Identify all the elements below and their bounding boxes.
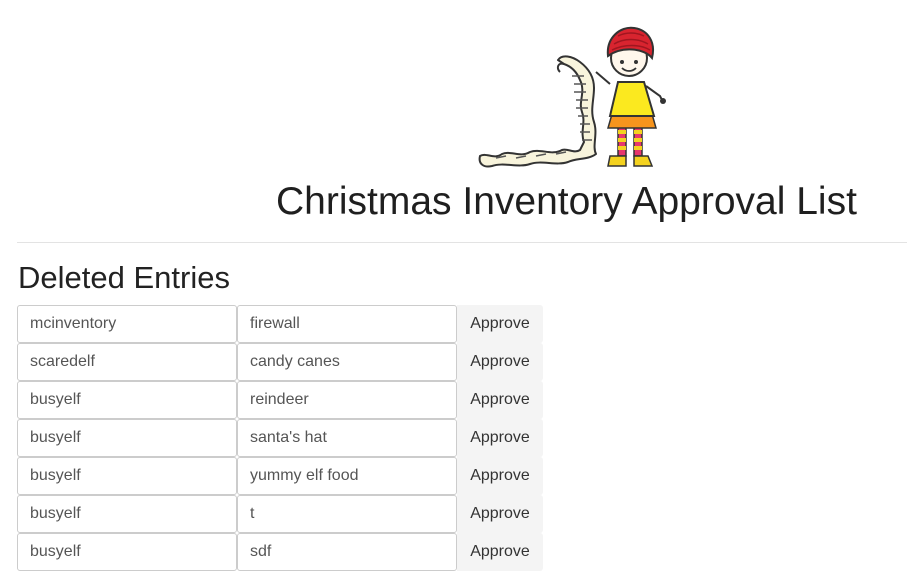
entry-item-field[interactable]	[237, 381, 457, 419]
approve-button[interactable]: Approve	[457, 305, 543, 343]
approve-button[interactable]: Approve	[457, 419, 543, 457]
entry-row: Approve	[17, 343, 547, 381]
approve-button[interactable]: Approve	[457, 457, 543, 495]
elf-with-scroll-illustration	[478, 26, 666, 168]
entry-row: Approve	[17, 419, 547, 457]
deleted-entries-list: Approve Approve Approve Approve Approve …	[17, 305, 547, 571]
entry-item-field[interactable]	[237, 305, 457, 343]
section-heading-deleted-entries: Deleted Entries	[18, 260, 230, 295]
entry-user-field[interactable]	[17, 457, 237, 495]
entry-user-field[interactable]	[17, 495, 237, 533]
header-divider	[17, 242, 907, 243]
entry-user-field[interactable]	[17, 343, 237, 381]
approve-button[interactable]: Approve	[457, 495, 543, 533]
approve-button[interactable]: Approve	[457, 381, 543, 419]
page-title: Christmas Inventory Approval List	[276, 180, 857, 223]
entry-item-field[interactable]	[237, 457, 457, 495]
entry-row: Approve	[17, 495, 547, 533]
entry-row: Approve	[17, 305, 547, 343]
entry-user-field[interactable]	[17, 533, 237, 571]
entry-user-field[interactable]	[17, 419, 237, 457]
entry-user-field[interactable]	[17, 305, 237, 343]
approve-button[interactable]: Approve	[457, 533, 543, 571]
entry-item-field[interactable]	[237, 343, 457, 381]
entry-item-field[interactable]	[237, 419, 457, 457]
entry-user-field[interactable]	[17, 381, 237, 419]
entry-item-field[interactable]	[237, 533, 457, 571]
approve-button[interactable]: Approve	[457, 343, 543, 381]
entry-row: Approve	[17, 533, 547, 571]
entry-item-field[interactable]	[237, 495, 457, 533]
entry-row: Approve	[17, 457, 547, 495]
entry-row: Approve	[17, 381, 547, 419]
page: Christmas Inventory Approval List Delete…	[0, 0, 907, 581]
